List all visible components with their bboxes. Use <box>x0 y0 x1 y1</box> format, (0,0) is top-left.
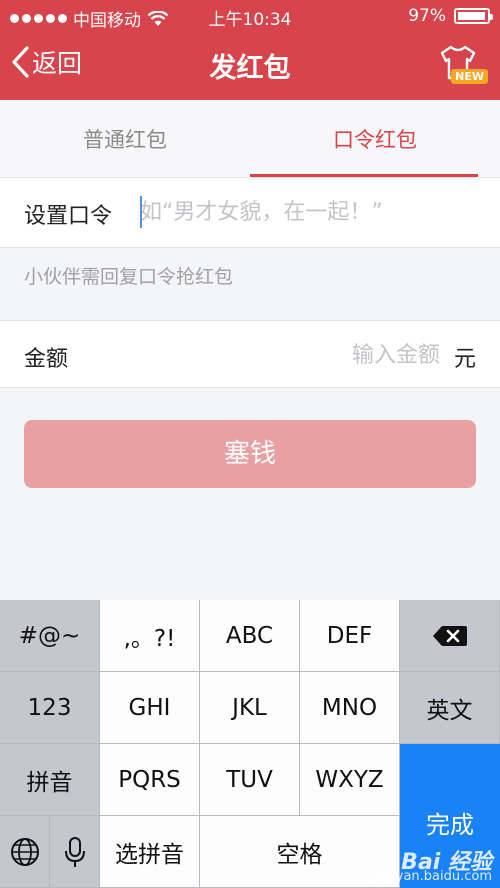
page-title: 发红包 <box>209 53 291 84</box>
globe-key[interactable] <box>0 816 50 888</box>
key-tuv[interactable]: TUV <box>200 744 300 816</box>
delete-key[interactable] <box>400 600 500 672</box>
battery-icon <box>454 8 493 24</box>
backspace-icon <box>432 625 467 646</box>
key-symbols[interactable]: #@~ <box>0 600 100 672</box>
password-row: 设置口令 <box>0 178 500 248</box>
key-def[interactable]: DEF <box>300 600 400 672</box>
amount-input[interactable] <box>240 335 440 375</box>
status-bar: 中国移动 上午10:34 97% <box>0 0 500 32</box>
tab-normal-packet[interactable]: 普通红包 <box>0 100 250 177</box>
stuff-money-button[interactable]: 塞钱 <box>24 420 476 488</box>
key-punctuation[interactable]: ,。?! <box>100 600 200 672</box>
key-numbers[interactable]: 123 <box>0 672 100 744</box>
tab-bar: 普通红包 口令红包 <box>0 100 500 178</box>
key-english[interactable]: 英文 <box>400 672 500 744</box>
text-caret <box>140 196 142 228</box>
password-label: 设置口令 <box>24 204 113 229</box>
key-pinyin[interactable]: 拼音 <box>0 744 100 816</box>
microphone-icon <box>64 836 85 867</box>
key-jkl[interactable]: JKL <box>200 672 300 744</box>
new-badge: NEW <box>451 69 488 84</box>
battery-fill <box>458 12 486 20</box>
amount-unit: 元 <box>453 347 476 372</box>
space-key[interactable]: 空格 <box>200 816 400 888</box>
battery-percent: 97% <box>408 6 446 26</box>
top-bar: 中国移动 上午10:34 97% 返回 发红包 NEW <box>0 0 500 100</box>
mic-key[interactable] <box>50 816 100 888</box>
password-input[interactable] <box>140 192 480 232</box>
amount-row: 金额 元 <box>0 320 500 388</box>
globe-icon <box>10 837 39 866</box>
nav-bar: 返回 发红包 NEW <box>0 36 500 96</box>
key-mno[interactable]: MNO <box>300 672 400 744</box>
key-ghi[interactable]: GHI <box>100 672 200 744</box>
key-wxyz[interactable]: WXYZ <box>300 744 400 816</box>
skin-button[interactable]: NEW <box>438 42 488 90</box>
tab-password-packet[interactable]: 口令红包 <box>250 100 500 177</box>
key-select-pinyin[interactable]: 选拼音 <box>100 816 200 888</box>
key-abc[interactable]: ABC <box>200 600 300 672</box>
done-key[interactable]: 完成 <box>400 744 500 888</box>
key-pqrs[interactable]: PQRS <box>100 744 200 816</box>
keyboard: #@~ ,。?! ABC DEF 123 GHI JKL MNO 英文 拼音 P… <box>0 600 500 888</box>
password-hint: 小伙伴需回复口令抢红包 <box>24 266 234 288</box>
amount-label: 金额 <box>24 347 69 372</box>
